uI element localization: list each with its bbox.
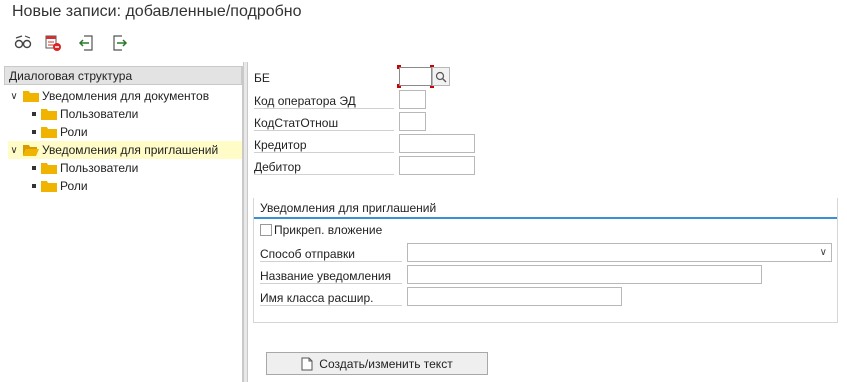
attach-file-label: Прикреп. вложение	[274, 223, 383, 237]
tree-node-label: Уведомления для документов	[42, 89, 210, 103]
company-code-input[interactable]	[399, 67, 432, 86]
tree-node-document-notifications[interactable]: ∨ Уведомления для документов	[8, 87, 209, 105]
tree-node-invitation-notifications[interactable]: ∨ Уведомления для приглашений	[8, 141, 242, 159]
chevron-down-icon[interactable]: ∨	[820, 247, 827, 258]
tree-node-label: Пользователи	[60, 161, 139, 175]
field-label-customer: Дебитор	[254, 160, 394, 175]
previous-entry-button[interactable]	[76, 32, 98, 54]
tree-node-label: Уведомления для приглашений	[42, 143, 219, 157]
next-entry-button[interactable]	[108, 32, 130, 54]
focus-marker	[397, 65, 401, 69]
field-label-send-method: Способ отправки	[260, 247, 402, 262]
tree-node-label: Роли	[60, 179, 88, 193]
search-icon	[435, 71, 447, 82]
focus-marker	[397, 84, 401, 88]
value-help-button[interactable]	[432, 67, 450, 86]
folder-icon	[23, 91, 39, 102]
dialog-structure-panel: Диалоговая структура ∨ Уведомления для д…	[4, 66, 243, 382]
field-label-vendor: Кредитор	[254, 138, 394, 153]
display-change-icon	[14, 35, 32, 49]
create-edit-text-button[interactable]: Создать/изменить текст	[266, 352, 488, 375]
bullet-icon	[30, 164, 38, 172]
group-title-underline	[254, 217, 837, 219]
delete-icon	[45, 35, 61, 51]
tree-node-label: Пользователи	[60, 107, 139, 121]
tree-node-label: Роли	[60, 125, 88, 139]
tree-node-users-1[interactable]: Пользователи	[30, 105, 138, 123]
chevron-down-icon[interactable]: ∨	[8, 145, 20, 156]
bullet-icon	[30, 110, 38, 118]
dialog-structure-header: Диалоговая структура	[4, 66, 242, 85]
status-relation-input[interactable]	[399, 112, 426, 131]
folder-icon	[41, 163, 57, 174]
previous-entry-icon	[78, 35, 93, 51]
field-label-edi-operator: Код оператора ЭД	[254, 94, 394, 109]
next-entry-icon	[113, 35, 128, 51]
chevron-down-icon[interactable]: ∨	[8, 91, 20, 102]
tree-node-roles-1[interactable]: Роли	[30, 123, 88, 141]
invitation-notifications-group: Уведомления для приглашений Прикреп. вло…	[253, 198, 838, 323]
folder-icon	[41, 127, 57, 138]
document-icon	[301, 357, 313, 370]
open-folder-icon	[23, 145, 39, 156]
attach-file-checkbox[interactable]	[260, 224, 272, 236]
vendor-input[interactable]	[399, 134, 475, 153]
extension-class-input[interactable]	[407, 287, 622, 306]
create-edit-text-label: Создать/изменить текст	[319, 356, 453, 371]
group-title: Уведомления для приглашений	[260, 201, 437, 215]
tree-node-users-2[interactable]: Пользователи	[30, 159, 138, 177]
customer-input[interactable]	[399, 156, 475, 175]
notification-name-input[interactable]	[407, 265, 762, 284]
delete-button[interactable]	[42, 32, 64, 54]
panel-splitter[interactable]	[243, 62, 248, 382]
field-label-company-code: БЕ	[254, 71, 270, 85]
window-title: Новые записи: добавленные/подробно	[12, 3, 302, 20]
field-label-status-relation: КодСтатОтнош	[254, 116, 394, 131]
bullet-icon	[30, 182, 38, 190]
field-label-extension-class: Имя класса расшир.	[260, 291, 402, 306]
field-label-notification-name: Название уведомления	[260, 269, 402, 284]
send-method-select[interactable]: ∨	[407, 243, 832, 262]
folder-icon	[41, 109, 57, 120]
bullet-icon	[30, 128, 38, 136]
display-change-button[interactable]	[12, 32, 34, 54]
toolbar	[0, 30, 847, 58]
folder-icon	[41, 181, 57, 192]
tree-node-roles-2[interactable]: Роли	[30, 177, 88, 195]
edi-operator-input[interactable]	[399, 90, 426, 109]
